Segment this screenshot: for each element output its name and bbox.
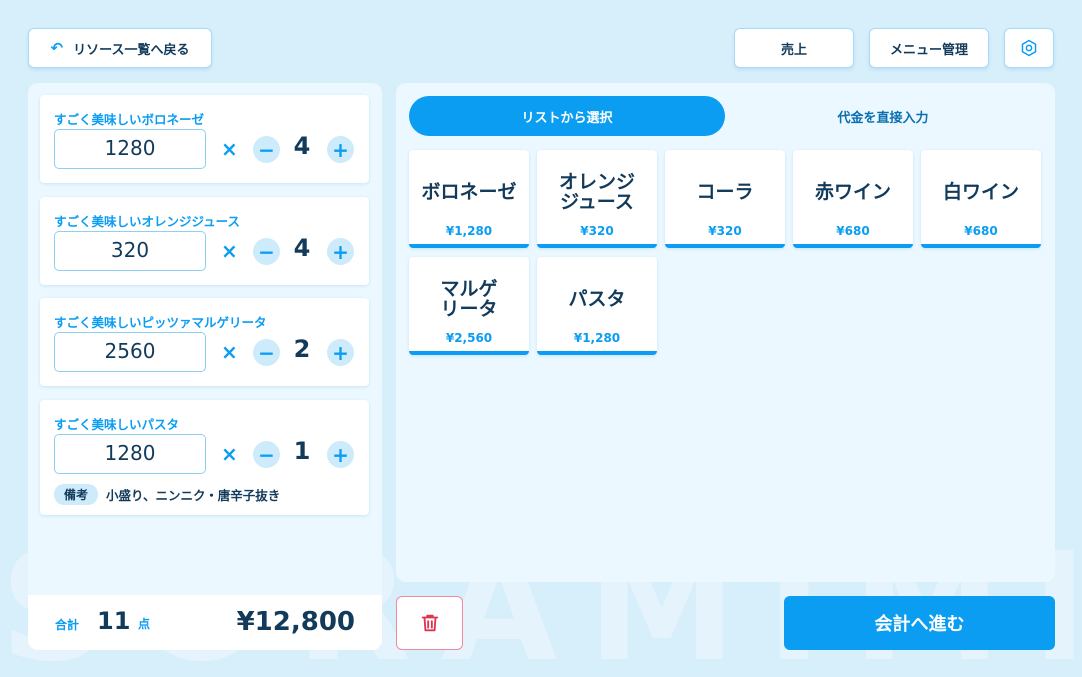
product-card[interactable]: オレンジ ジュース ¥320	[537, 150, 657, 248]
order-item-price-input[interactable]: 1280	[54, 129, 206, 169]
back-button-label: リソース一覧へ戻る	[73, 42, 190, 58]
product-name: コーラ	[696, 181, 754, 203]
order-item-name: すごく美味しいピッツァマルゲリータ	[54, 315, 267, 330]
product-card[interactable]: 赤ワイン ¥680	[793, 150, 913, 248]
product-name: オレンジ ジュース	[558, 171, 635, 213]
product-price: ¥2,560	[445, 331, 493, 345]
product-card[interactable]: マルゲ リータ ¥2,560	[409, 257, 529, 355]
total-amount: ¥12,800	[236, 607, 355, 637]
decrease-qty-button[interactable]: −	[253, 136, 280, 163]
order-item-name: すごく美味しいボロネーゼ	[54, 112, 205, 127]
order-item-price-input[interactable]: 2560	[54, 332, 206, 372]
product-price: ¥1,280	[445, 224, 493, 238]
product-price: ¥680	[964, 224, 998, 238]
order-item-qty: 1	[293, 437, 311, 465]
settings-button[interactable]	[1004, 28, 1054, 68]
product-name: マルゲ リータ	[440, 278, 498, 320]
product-selection-panel: リストから選択 代金を直接入力 ボロネーゼ ¥1,280 オレンジ ジュース ¥…	[396, 83, 1055, 582]
sales-button-label: 売上	[780, 42, 807, 58]
order-item: すごく美味しいボロネーゼ 1280 × − 4 +	[40, 95, 369, 183]
menu-management-button[interactable]: メニュー管理	[869, 28, 989, 68]
total-label: 合計	[55, 618, 80, 632]
product-price: ¥320	[580, 224, 614, 238]
undo-arrow-icon: ↶	[50, 39, 64, 57]
order-item-name: すごく美味しいオレンジジュース	[54, 214, 241, 229]
increase-qty-button[interactable]: +	[327, 339, 354, 366]
product-name: 赤ワイン	[814, 181, 891, 203]
sales-button[interactable]: 売上	[734, 28, 854, 68]
order-item: すごく美味しいオレンジジュース 320 × − 4 +	[40, 197, 369, 285]
tab-select-from-list[interactable]: リストから選択	[409, 96, 725, 136]
back-to-resources-button[interactable]: ↶ リソース一覧へ戻る	[28, 28, 212, 68]
gear-icon	[1021, 39, 1037, 57]
product-name: パスタ	[568, 288, 626, 310]
decrease-qty-button[interactable]: −	[253, 238, 280, 265]
note-badge: 備考	[54, 484, 99, 505]
product-card[interactable]: パスタ ¥1,280	[537, 257, 657, 355]
order-item: すごく美味しいパスタ 1280 × − 1 + 備考 小盛り、ニンニク・唐辛子抜…	[40, 400, 369, 515]
multiply-sign: ×	[221, 340, 238, 364]
product-card[interactable]: 白ワイン ¥680	[921, 150, 1041, 248]
total-count: 11	[97, 607, 131, 635]
order-list-panel: すごく美味しいボロネーゼ 1280 × − 4 + すごく美味しいオレンジジュー…	[28, 83, 382, 650]
increase-qty-button[interactable]: +	[327, 441, 354, 468]
checkout-button[interactable]: 会計へ進む	[784, 596, 1055, 650]
order-item-price-input[interactable]: 1280	[54, 434, 206, 474]
product-card[interactable]: コーラ ¥320	[665, 150, 785, 248]
total-unit: 点	[138, 617, 151, 631]
note-text: 小盛り、ニンニク・唐辛子抜き	[106, 488, 281, 503]
menu-button-label: メニュー管理	[889, 42, 968, 58]
product-name: ボロネーゼ	[421, 181, 517, 203]
tab-direct-input[interactable]: 代金を直接入力	[725, 96, 1041, 136]
order-item-qty: 4	[293, 234, 311, 262]
order-item-qty: 4	[293, 132, 311, 160]
trash-icon	[421, 614, 438, 632]
order-item: すごく美味しいピッツァマルゲリータ 2560 × − 2 +	[40, 298, 369, 386]
multiply-sign: ×	[221, 137, 238, 161]
product-card[interactable]: ボロネーゼ ¥1,280	[409, 150, 529, 248]
multiply-sign: ×	[221, 239, 238, 263]
product-price: ¥320	[708, 224, 742, 238]
increase-qty-button[interactable]: +	[327, 238, 354, 265]
order-item-price-input[interactable]: 320	[54, 231, 206, 271]
decrease-qty-button[interactable]: −	[253, 441, 280, 468]
multiply-sign: ×	[221, 442, 238, 466]
product-name: 白ワイン	[942, 181, 1019, 203]
order-item-qty: 2	[293, 335, 311, 363]
increase-qty-button[interactable]: +	[327, 136, 354, 163]
order-item-name: すごく美味しいパスタ	[54, 417, 180, 432]
total-bar: 合計 11 点 ¥12,800	[28, 595, 382, 650]
delete-button[interactable]	[396, 596, 463, 650]
decrease-qty-button[interactable]: −	[253, 339, 280, 366]
product-price: ¥1,280	[573, 331, 621, 345]
product-price: ¥680	[836, 224, 870, 238]
order-item-note: 備考 小盛り、ニンニク・唐辛子抜き	[54, 484, 280, 505]
